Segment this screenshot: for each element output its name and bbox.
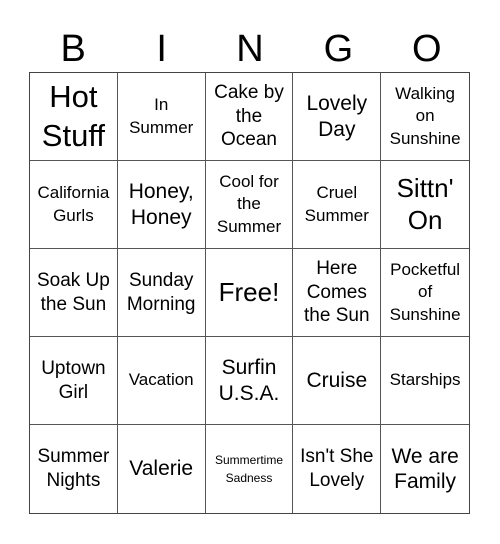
bingo-cell[interactable]: Cool for the Summer — [205, 161, 294, 249]
bingo-cell[interactable]: Sittn' On — [381, 161, 469, 249]
bingo-header: B I N G O — [29, 26, 471, 72]
bingo-cell[interactable]: Hot Stuff — [30, 73, 118, 161]
bingo-cell[interactable]: Soak Up the Sun — [30, 249, 118, 337]
header-letter-i: I — [156, 28, 167, 70]
bingo-cell[interactable]: Vacation — [117, 337, 206, 425]
bingo-cell[interactable]: Summertime Sadness — [206, 425, 294, 513]
bingo-cell[interactable]: Pocketful of Sunshine — [381, 249, 469, 337]
bingo-cell[interactable]: In Summer — [117, 73, 206, 161]
bingo-cell[interactable]: Surfin U.S.A. — [205, 337, 294, 425]
bingo-cell[interactable]: Cruise — [293, 337, 382, 425]
bingo-cell[interactable]: Valerie — [118, 425, 206, 513]
header-letter-o: O — [412, 28, 442, 70]
bingo-cell[interactable]: Uptown Girl — [30, 337, 118, 425]
bingo-cell[interactable]: Here Comes the Sun — [293, 249, 382, 337]
bingo-cell[interactable]: Sunday Morning — [117, 249, 206, 337]
bingo-cell[interactable]: Honey, Honey — [117, 161, 206, 249]
header-letter-n: N — [236, 28, 264, 70]
free-space[interactable]: Free! — [205, 249, 294, 337]
bingo-cell[interactable]: Summer Nights — [30, 425, 118, 513]
header-letter-b: B — [60, 28, 86, 70]
bingo-cell[interactable]: Walking on Sunshine — [381, 73, 469, 161]
header-letter-g: G — [323, 28, 354, 70]
bingo-cell[interactable]: Cruel Summer — [293, 161, 382, 249]
bingo-cell[interactable]: Lovely Day — [293, 73, 382, 161]
bingo-cell[interactable]: We are Family — [381, 425, 469, 513]
bingo-cell[interactable]: Starships — [381, 337, 469, 425]
bingo-cell[interactable]: Isn't She Lovely — [293, 425, 382, 513]
bingo-cell[interactable]: California Gurls — [30, 161, 118, 249]
bingo-cell[interactable]: Cake by the Ocean — [205, 73, 294, 161]
bingo-card: Hot Stuff In Summer Cake by the Ocean Lo… — [29, 72, 470, 514]
